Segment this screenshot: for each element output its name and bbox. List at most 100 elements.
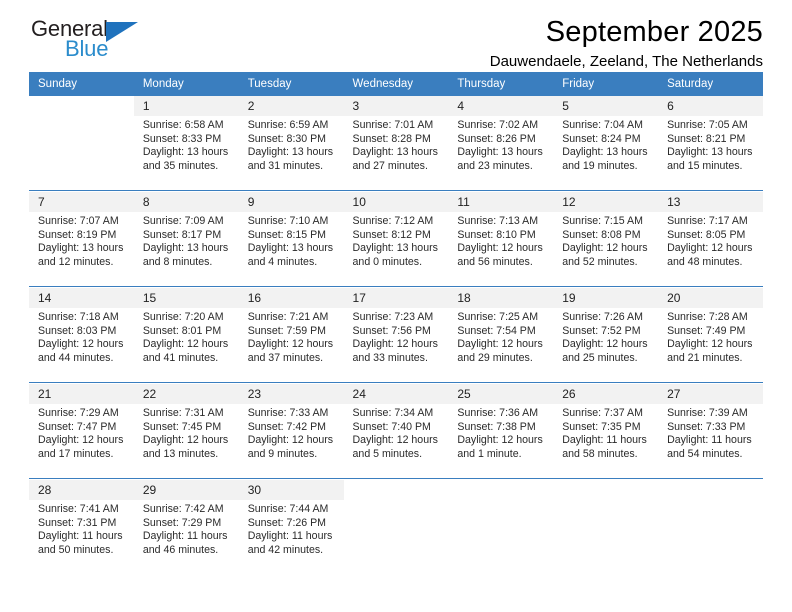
day-cell-15[interactable]: Sunrise: 7:20 AM Sunset: 8:01 PM Daylight:… (133, 308, 239, 378)
day-cell-21[interactable]: Sunrise: 7:29 AM Sunset: 7:47 PM Daylight:… (29, 404, 134, 474)
day-cell-26[interactable]: Sunrise: 7:37 AM Sunset: 7:35 PM Daylight:… (553, 404, 659, 474)
day-11-daylight1: Daylight: 12 hours (457, 242, 543, 255)
day-4-daylight2: and 23 minutes. (457, 159, 533, 172)
day-cell-2[interactable]: Sunrise: 6:59 AM Sunset: 8:30 PM Daylight:… (238, 116, 344, 186)
day-number-1[interactable]: 1 (133, 96, 239, 116)
day-22-sunrise: Sunrise: 7:31 AM (142, 407, 224, 419)
day-27-sunrise: Sunrise: 7:39 AM (667, 407, 748, 419)
day-cell-1[interactable]: Sunrise: 6:58 AM Sunset: 8:33 PM Daylight:… (133, 116, 239, 186)
day-number-29[interactable]: 29 (133, 480, 239, 500)
day-cell-6[interactable]: Sunrise: 7:05 AM Sunset: 8:21 PM Daylight:… (658, 116, 763, 186)
day-cell-14[interactable]: Sunrise: 7:18 AM Sunset: 8:03 PM Daylight:… (29, 308, 134, 378)
day-cell-27[interactable]: Sunrise: 7:39 AM Sunset: 7:33 PM Daylight:… (658, 404, 763, 474)
day-10-sunset: Sunset: 8:12 PM (352, 228, 431, 241)
day-cell-7[interactable]: Sunrise: 7:07 AM Sunset: 8:19 PM Daylight:… (29, 212, 134, 282)
day-number-17[interactable]: 17 (343, 288, 449, 308)
day-28-sunset: Sunset: 7:31 PM (38, 516, 117, 529)
day-number-row: 123456 (29, 96, 763, 116)
day-25-sunrise: Sunrise: 7:36 AM (457, 407, 539, 419)
day-number-13[interactable]: 13 (658, 192, 763, 212)
day-cell-5[interactable]: Sunrise: 7:04 AM Sunset: 8:24 PM Daylight:… (553, 116, 659, 186)
day-1-daylight1: Daylight: 13 hours (142, 146, 229, 159)
day-number-26[interactable]: 26 (553, 384, 659, 404)
day-21-sunrise: Sunrise: 7:29 AM (38, 407, 119, 419)
day-29-sunrise: Sunrise: 7:42 AM (142, 503, 224, 515)
day-number-3[interactable]: 3 (343, 96, 449, 116)
day-number-5[interactable]: 5 (553, 96, 659, 116)
calendar-page: General Blue September 2025 Dauwendaele,… (0, 0, 792, 612)
day-number-2[interactable]: 2 (238, 96, 344, 116)
day-29-sunset: Sunset: 7:29 PM (142, 516, 222, 529)
weekday-header-sunday: Sunday (29, 72, 134, 96)
day-cell-8[interactable]: Sunrise: 7:09 AM Sunset: 8:17 PM Daylight:… (133, 212, 239, 282)
day-number-9[interactable]: 9 (238, 192, 344, 212)
day-18-sunrise: Sunrise: 7:25 AM (457, 311, 539, 323)
day-5-sunrise: Sunrise: 7:04 AM (562, 119, 643, 131)
day-number-19[interactable]: 19 (553, 288, 659, 308)
day-detail-row: Sunrise: 7:29 AM Sunset: 7:47 PM Daylight:… (29, 404, 763, 474)
day-number-16[interactable]: 16 (238, 288, 344, 308)
day-cell-28[interactable]: Sunrise: 7:41 AM Sunset: 7:31 PM Daylight:… (29, 500, 134, 570)
day-number-30[interactable]: 30 (238, 480, 344, 500)
day-cell-23[interactable]: Sunrise: 7:33 AM Sunset: 7:42 PM Daylight:… (238, 404, 344, 474)
day-cell-30[interactable]: Sunrise: 7:44 AM Sunset: 7:26 PM Daylight:… (238, 500, 344, 570)
day-8-sunrise: Sunrise: 7:09 AM (142, 215, 224, 227)
day-21-sunset: Sunset: 7:47 PM (38, 420, 117, 433)
day-number-18[interactable]: 18 (448, 288, 554, 308)
day-cell-19[interactable]: Sunrise: 7:26 AM Sunset: 7:52 PM Daylight:… (553, 308, 659, 378)
day-20-daylight2: and 21 minutes. (667, 351, 743, 364)
sunrise-sunset-calendar: Sunday Monday Tuesday Wednesday Thursday… (29, 72, 763, 570)
day-1-sunset: Sunset: 8:33 PM (142, 132, 222, 145)
day-cell-29[interactable]: Sunrise: 7:42 AM Sunset: 7:29 PM Daylight:… (133, 500, 239, 570)
day-cell-16[interactable]: Sunrise: 7:21 AM Sunset: 7:59 PM Daylight:… (238, 308, 344, 378)
day-cell-20[interactable]: Sunrise: 7:28 AM Sunset: 7:49 PM Daylight:… (658, 308, 763, 378)
day-number-25[interactable]: 25 (448, 384, 554, 404)
day-cell-4[interactable]: Sunrise: 7:02 AM Sunset: 8:26 PM Daylight:… (448, 116, 554, 186)
day-23-sunrise: Sunrise: 7:33 AM (247, 407, 329, 419)
day-number-empty (553, 480, 659, 500)
weekday-header-thursday: Thursday (448, 72, 554, 96)
day-cell-17[interactable]: Sunrise: 7:23 AM Sunset: 7:56 PM Daylight:… (343, 308, 449, 378)
day-number-7[interactable]: 7 (29, 192, 134, 212)
day-cell-12[interactable]: Sunrise: 7:15 AM Sunset: 8:08 PM Daylight:… (553, 212, 659, 282)
day-number-6[interactable]: 6 (658, 96, 763, 116)
day-16-daylight2: and 37 minutes. (247, 351, 324, 364)
day-10-daylight1: Daylight: 13 hours (352, 242, 438, 255)
day-number-12[interactable]: 12 (553, 192, 659, 212)
day-7-sunset: Sunset: 8:19 PM (38, 228, 117, 241)
day-cell-3[interactable]: Sunrise: 7:01 AM Sunset: 8:28 PM Daylight:… (343, 116, 449, 186)
day-number-15[interactable]: 15 (133, 288, 239, 308)
day-30-daylight2: and 42 minutes. (247, 543, 324, 556)
day-number-4[interactable]: 4 (448, 96, 554, 116)
day-cell-empty (553, 500, 659, 570)
day-number-20[interactable]: 20 (658, 288, 763, 308)
day-9-sunrise: Sunrise: 7:10 AM (247, 215, 329, 227)
day-cell-13[interactable]: Sunrise: 7:17 AM Sunset: 8:05 PM Daylight:… (658, 212, 763, 282)
day-cell-24[interactable]: Sunrise: 7:34 AM Sunset: 7:40 PM Daylight:… (343, 404, 449, 474)
day-2-daylight2: and 31 minutes. (247, 159, 324, 172)
day-number-22[interactable]: 22 (133, 384, 239, 404)
day-29-daylight2: and 46 minutes. (142, 543, 219, 556)
day-number-14[interactable]: 14 (29, 288, 134, 308)
day-number-23[interactable]: 23 (238, 384, 344, 404)
day-number-24[interactable]: 24 (343, 384, 449, 404)
day-number-10[interactable]: 10 (343, 192, 449, 212)
day-number-8[interactable]: 8 (133, 192, 239, 212)
day-22-daylight2: and 13 minutes. (142, 447, 219, 460)
day-cell-11[interactable]: Sunrise: 7:13 AM Sunset: 8:10 PM Daylight:… (448, 212, 554, 282)
day-number-27[interactable]: 27 (658, 384, 763, 404)
day-3-sunset: Sunset: 8:28 PM (352, 132, 431, 145)
weekday-header-wednesday: Wednesday (343, 72, 449, 96)
day-cell-18[interactable]: Sunrise: 7:25 AM Sunset: 7:54 PM Daylight:… (448, 308, 554, 378)
day-number-21[interactable]: 21 (29, 384, 134, 404)
day-cell-25[interactable]: Sunrise: 7:36 AM Sunset: 7:38 PM Daylight:… (448, 404, 554, 474)
day-22-sunset: Sunset: 7:45 PM (142, 420, 222, 433)
day-4-daylight1: Daylight: 13 hours (457, 146, 543, 159)
day-cell-9[interactable]: Sunrise: 7:10 AM Sunset: 8:15 PM Daylight:… (238, 212, 344, 282)
weekday-header-row: Sunday Monday Tuesday Wednesday Thursday… (29, 72, 763, 96)
day-number-28[interactable]: 28 (29, 480, 134, 500)
day-28-daylight2: and 50 minutes. (38, 543, 114, 556)
day-cell-22[interactable]: Sunrise: 7:31 AM Sunset: 7:45 PM Daylight:… (133, 404, 239, 474)
day-number-11[interactable]: 11 (448, 192, 554, 212)
day-cell-10[interactable]: Sunrise: 7:12 AM Sunset: 8:12 PM Daylight:… (343, 212, 449, 282)
